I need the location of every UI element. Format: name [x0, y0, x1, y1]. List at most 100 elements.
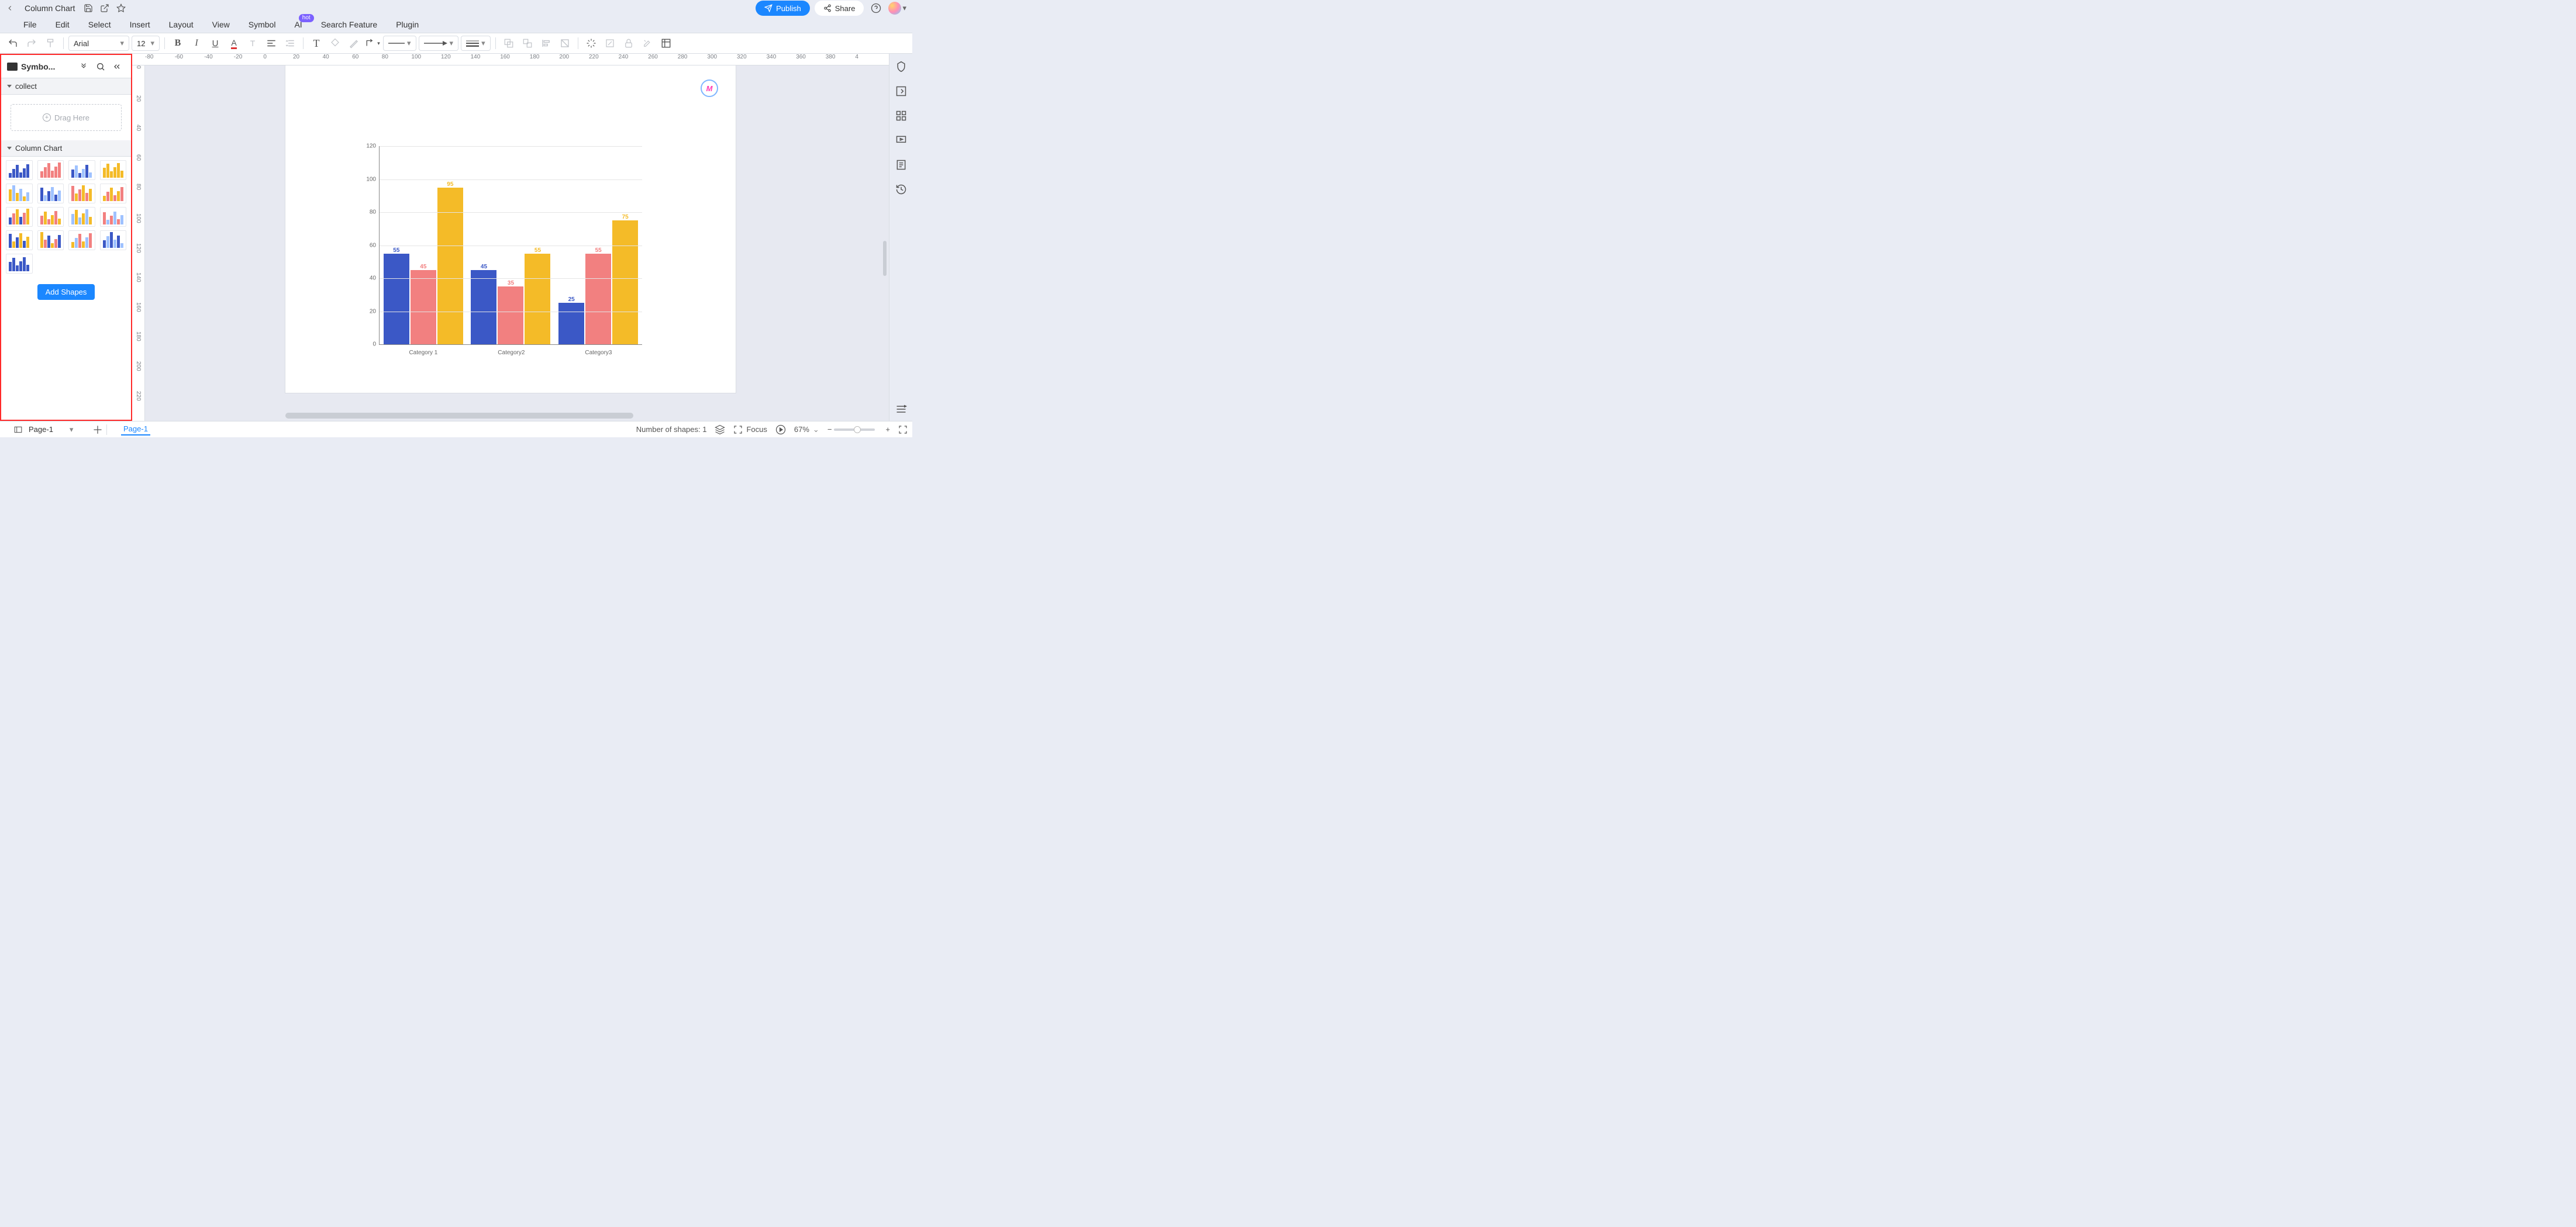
avatar[interactable] — [888, 2, 901, 15]
share-button[interactable]: Share — [815, 1, 864, 16]
section-column-chart[interactable]: Column Chart — [1, 140, 131, 157]
page-dropdown[interactable]: Page-1▾ — [23, 423, 84, 436]
export-icon[interactable] — [893, 83, 909, 99]
focus-button[interactable]: Focus — [733, 425, 767, 434]
v-scrollbar-thumb[interactable] — [883, 241, 887, 276]
bar[interactable]: 45 — [411, 270, 436, 344]
zoom-value[interactable]: 67% ⌄ — [794, 425, 819, 434]
font-size-select[interactable]: 12▾ — [132, 36, 160, 51]
notes-icon[interactable] — [893, 157, 909, 173]
shape-thumb[interactable] — [37, 230, 64, 250]
theme-icon[interactable] — [893, 58, 909, 75]
group-button[interactable] — [501, 35, 517, 51]
line-style-select[interactable]: ▾ — [383, 36, 416, 51]
zoom-in-button[interactable]: + — [885, 425, 890, 434]
format-painter-button[interactable] — [42, 35, 58, 51]
play-button[interactable] — [775, 424, 786, 435]
shape-thumb[interactable] — [68, 184, 95, 203]
zoom-out-button[interactable]: − — [827, 425, 832, 434]
arrow-style-select[interactable]: ▾ — [419, 36, 459, 51]
bar[interactable]: 55 — [585, 254, 611, 344]
menu-edit[interactable]: Edit — [46, 20, 79, 29]
text-style-button[interactable]: T — [244, 35, 261, 51]
bold-button[interactable]: B — [170, 35, 186, 51]
shape-thumb[interactable] — [6, 207, 33, 227]
align-button[interactable] — [263, 35, 280, 51]
h-scrollbar-thumb[interactable] — [285, 413, 633, 419]
save-icon[interactable] — [81, 2, 96, 15]
menu-layout[interactable]: Layout — [160, 20, 203, 29]
shape-thumb[interactable] — [100, 160, 127, 180]
help-icon[interactable] — [868, 2, 884, 15]
bar[interactable]: 95 — [437, 188, 463, 344]
zoom-slider[interactable] — [834, 428, 875, 431]
apps-icon[interactable] — [893, 108, 909, 124]
align-objects-button[interactable] — [538, 35, 554, 51]
drop-zone[interactable]: +Drag Here — [11, 104, 122, 131]
shape-thumb[interactable] — [100, 184, 127, 203]
shape-thumb[interactable] — [37, 160, 64, 180]
italic-button[interactable]: I — [188, 35, 205, 51]
menu-select[interactable]: Select — [79, 20, 120, 29]
shape-thumb[interactable] — [6, 230, 33, 250]
bar[interactable]: 55 — [384, 254, 409, 344]
font-color-button[interactable]: A — [226, 35, 242, 51]
shape-thumb[interactable] — [37, 184, 64, 203]
search-icon[interactable] — [96, 62, 109, 71]
tools-button[interactable] — [639, 35, 656, 51]
table-button[interactable] — [658, 35, 674, 51]
shape-edit-button[interactable] — [602, 35, 618, 51]
menu-ai[interactable]: AIhot — [285, 20, 311, 29]
undo-button[interactable] — [5, 35, 21, 51]
line-spacing-button[interactable] — [282, 35, 298, 51]
add-page-button[interactable]: ＋ — [92, 422, 103, 437]
effects-button[interactable] — [583, 35, 599, 51]
page-tab[interactable]: Page-1 — [121, 423, 150, 436]
line-color-button[interactable] — [346, 35, 362, 51]
crop-button[interactable] — [557, 35, 573, 51]
collapse-sidebar-icon[interactable] — [112, 62, 125, 71]
bar[interactable]: 35 — [498, 286, 523, 344]
bar[interactable]: 25 — [558, 303, 584, 344]
outline-toggle[interactable] — [13, 426, 23, 434]
text-tool-button[interactable]: T — [308, 35, 325, 51]
menu-view[interactable]: View — [203, 20, 239, 29]
fill-button[interactable] — [327, 35, 343, 51]
shape-thumb[interactable] — [68, 207, 95, 227]
shape-thumb[interactable] — [6, 160, 33, 180]
publish-button[interactable]: Publish — [756, 1, 810, 16]
shape-thumb[interactable] — [6, 184, 33, 203]
panel-toggle-icon[interactable] — [893, 401, 909, 417]
layers-button[interactable] — [715, 424, 725, 435]
h-scrollbar[interactable] — [285, 413, 865, 419]
shape-thumb[interactable] — [100, 207, 127, 227]
shape-thumb[interactable] — [6, 254, 33, 274]
open-external-icon[interactable] — [97, 2, 112, 15]
back-button[interactable] — [6, 4, 20, 12]
font-select[interactable]: Arial▾ — [68, 36, 129, 51]
sidebar-expand-icon[interactable] — [80, 63, 92, 71]
section-collect[interactable]: collect — [1, 78, 131, 95]
menu-file[interactable]: File — [14, 20, 46, 29]
connector-button[interactable]: ▾ — [364, 35, 381, 51]
canvas[interactable]: M 554595453555255575 020406080100120 Cat… — [145, 65, 889, 421]
favorite-icon[interactable] — [113, 2, 129, 15]
underline-button[interactable]: U — [207, 35, 223, 51]
artboard[interactable]: M 554595453555255575 020406080100120 Cat… — [285, 65, 736, 393]
menu-symbol[interactable]: Symbol — [239, 20, 285, 29]
shape-thumb[interactable] — [68, 160, 95, 180]
shape-thumb[interactable] — [68, 230, 95, 250]
ungroup-button[interactable] — [519, 35, 536, 51]
assistant-badge-icon[interactable]: M — [701, 80, 718, 97]
fullscreen-button[interactable] — [898, 425, 908, 434]
bar[interactable]: 45 — [471, 270, 496, 344]
column-chart[interactable]: 554595453555255575 020406080100120 Categ… — [361, 146, 642, 362]
menu-insert[interactable]: Insert — [120, 20, 160, 29]
bar[interactable]: 55 — [525, 254, 550, 344]
present-icon[interactable] — [893, 132, 909, 148]
avatar-menu-caret-icon[interactable]: ▾ — [902, 4, 906, 13]
redo-button[interactable] — [23, 35, 40, 51]
history-icon[interactable] — [893, 181, 909, 198]
add-shapes-button[interactable]: Add Shapes — [37, 284, 95, 300]
menu-plugin[interactable]: Plugin — [387, 20, 428, 29]
